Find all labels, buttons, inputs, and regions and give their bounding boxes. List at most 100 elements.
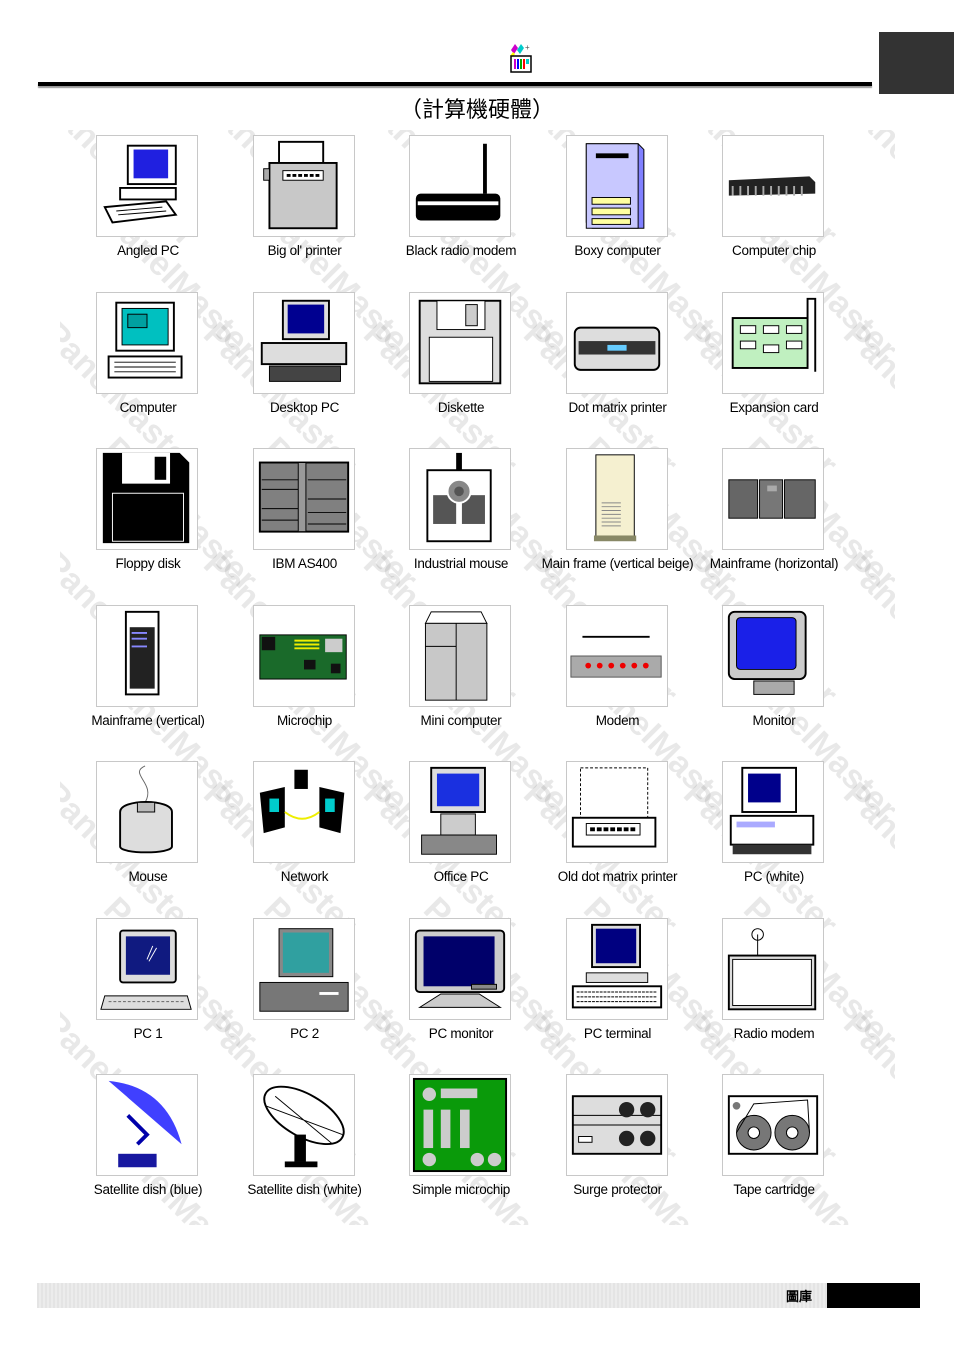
gallery-item[interactable]: Simple microchip (382, 1074, 542, 1224)
gallery-thumbnail[interactable] (565, 917, 668, 1020)
gallery-thumbnail[interactable] (722, 761, 824, 863)
gallery-thumbnail[interactable] (409, 1074, 511, 1176)
gallery-item-label: Mainframe (vertical) (91, 712, 205, 728)
gallery-item[interactable]: Computer (69, 291, 229, 442)
gallery-item[interactable]: Old dot matrix printer (539, 761, 699, 911)
gallery-item[interactable]: Surge protector (539, 1074, 699, 1224)
gallery-thumbnail[interactable] (409, 917, 511, 1020)
gallery-thumbnail[interactable] (252, 604, 355, 707)
gallery-item-label: Black radio modem (405, 243, 517, 258)
mainframe-vertical-beige-icon (593, 454, 636, 542)
gallery-item[interactable]: Expansion card (695, 291, 855, 442)
mini-computer-icon (424, 610, 488, 701)
gallery-item[interactable]: Big ol' printer (226, 135, 386, 285)
gallery-item[interactable]: Floppy disk (69, 448, 229, 598)
gallery-thumbnail[interactable] (96, 291, 198, 394)
tape-cartridge-icon (727, 1095, 819, 1155)
gallery-item-label: Big ol' printer (267, 243, 342, 258)
gallery-item-label: Satellite dish (white) (247, 1182, 362, 1197)
gallery-thumbnail[interactable] (565, 604, 668, 707)
gallery-item[interactable]: Modem (539, 604, 699, 755)
boxy-computer-icon (585, 143, 644, 229)
gallery-item-label: Computer (119, 399, 177, 415)
gallery-thumbnail[interactable] (252, 448, 355, 550)
gallery-item[interactable]: Black radio modem (382, 135, 542, 285)
gallery-item[interactable]: PC 1 (69, 917, 229, 1068)
gallery-item[interactable]: Microchip (226, 604, 386, 755)
gallery-item-label: Floppy disk (115, 556, 181, 571)
gallery-thumbnail[interactable] (252, 291, 355, 394)
gallery-thumbnail[interactable] (565, 291, 668, 394)
gallery-thumbnail[interactable] (409, 761, 511, 863)
gallery-thumbnail[interactable] (722, 917, 824, 1020)
gallery-item[interactable]: Boxy computer (539, 135, 699, 285)
network-icon (259, 769, 344, 834)
gallery-palette-icon: + (510, 43, 532, 73)
gallery-item[interactable]: Industrial mouse (382, 448, 542, 598)
gallery-item[interactable]: Dot matrix printer (539, 291, 699, 442)
gallery-item[interactable]: Main frame (vertical beige) (539, 448, 699, 598)
gallery-item-label: Tape cartridge (733, 1182, 815, 1197)
gallery-thumbnail[interactable] (722, 1074, 824, 1176)
gallery-item[interactable]: IBM AS400 (226, 448, 386, 598)
gallery-thumbnail[interactable] (722, 135, 824, 237)
gallery-item[interactable]: Tape cartridge (695, 1074, 855, 1224)
gallery-item-label: Old dot matrix printer (557, 869, 678, 884)
gallery-thumbnail[interactable] (565, 761, 668, 863)
gallery-thumbnail[interactable] (565, 1074, 668, 1176)
footer-page-block (827, 1283, 920, 1308)
gallery-thumbnail[interactable] (96, 604, 198, 707)
gallery-item[interactable]: Mouse (69, 761, 229, 911)
gallery-thumbnail[interactable] (96, 448, 198, 550)
gallery-thumbnail[interactable] (252, 761, 355, 863)
gallery-item[interactable]: PC (white) (695, 761, 855, 911)
gallery-item[interactable]: Network (226, 761, 386, 911)
gallery-thumbnail[interactable] (409, 448, 511, 550)
gallery-thumbnail[interactable] (252, 917, 355, 1020)
gallery-item-label: Surge protector (573, 1182, 662, 1197)
gallery-item[interactable]: Diskette (382, 291, 542, 442)
gallery-item[interactable]: Monitor (695, 604, 855, 755)
gallery-thumbnail[interactable] (565, 135, 668, 237)
gallery-item[interactable]: PC terminal (539, 917, 699, 1068)
gallery-thumbnail[interactable] (252, 1074, 355, 1176)
gallery-thumbnail[interactable] (96, 1074, 198, 1176)
gallery-item[interactable]: Office PC (382, 761, 542, 911)
gallery-thumbnail[interactable] (409, 604, 511, 707)
gallery-item-label: Mouse (128, 869, 168, 884)
radio-modem-icon (727, 927, 817, 1010)
gallery-item[interactable]: Mini computer (382, 604, 542, 755)
gallery-item-label: Main frame (vertical beige) (541, 556, 694, 571)
monitor-icon (727, 610, 807, 695)
gallery-item[interactable]: Mainframe (horizontal) (695, 448, 855, 598)
gallery-item[interactable]: PC monitor (382, 917, 542, 1068)
gallery-thumbnail[interactable] (96, 135, 198, 237)
gallery-item[interactable]: Desktop PC (226, 291, 386, 442)
gallery-thumbnail[interactable] (722, 604, 824, 707)
gallery-thumbnail[interactable] (409, 135, 511, 237)
footer-bar (37, 1283, 827, 1308)
gallery-thumbnail[interactable] (722, 448, 824, 550)
satellite-dish-white-icon (262, 1085, 345, 1168)
gallery-item[interactable]: Satellite dish (blue) (69, 1074, 229, 1224)
gallery-item-label: PC terminal (583, 1025, 652, 1041)
pc-2-icon (258, 927, 349, 1012)
gallery-thumbnail[interactable] (722, 291, 824, 394)
gallery-item-label: Desktop PC (269, 399, 340, 415)
gallery-thumbnail[interactable] (565, 448, 668, 550)
gallery-item[interactable]: Mainframe (vertical) (69, 604, 229, 755)
desktop-pc-icon (260, 299, 347, 382)
gallery-item[interactable]: Computer chip (695, 135, 855, 285)
gallery-thumbnail[interactable] (252, 135, 355, 237)
computer-icon (107, 301, 183, 379)
gallery-item[interactable]: Satellite dish (white) (226, 1074, 386, 1224)
gallery-item[interactable]: Angled PC (69, 135, 229, 285)
page-subtitle: （計算機硬體） (399, 98, 554, 123)
gallery-item[interactable]: PC 2 (226, 917, 386, 1068)
gallery-item-label: Boxy computer (574, 243, 661, 258)
simple-microchip-icon (412, 1077, 508, 1173)
gallery-thumbnail[interactable] (96, 761, 198, 863)
gallery-thumbnail[interactable] (409, 291, 511, 394)
gallery-item[interactable]: Radio modem (695, 917, 855, 1068)
gallery-thumbnail[interactable] (96, 917, 198, 1020)
